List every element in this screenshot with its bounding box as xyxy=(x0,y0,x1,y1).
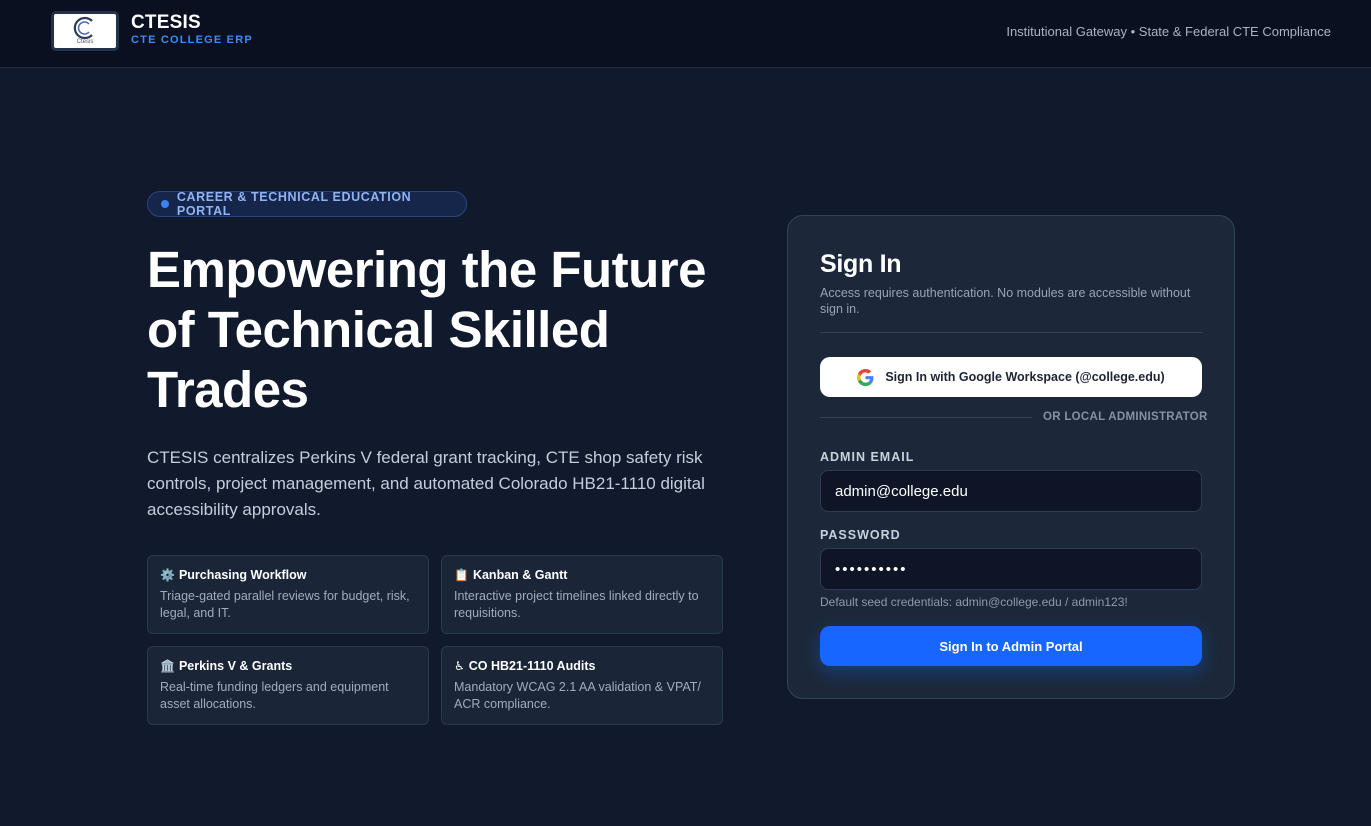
hero-title: Empowering the Future of Technical Skill… xyxy=(147,241,707,418)
portal-badge-label: CAREER & TECHNICAL EDUCATION PORTAL xyxy=(176,190,412,218)
ctesis-logo-icon xyxy=(73,16,93,40)
feature-card-kanban: 📋 Kanban & Gantt Interactive project tim… xyxy=(441,555,723,634)
or-divider-label: OR LOCAL ADMINISTRATOR xyxy=(1043,411,1208,423)
google-sign-in-button[interactable]: Sign In with Google Workspace (@college.… xyxy=(820,357,1202,397)
email-label: ADMIN EMAIL xyxy=(820,450,915,464)
top-header: Ctesis CTESIS CTE COLLEGE ERP Institutio… xyxy=(0,0,1371,68)
feature-title: CO HB21-1110 Audits xyxy=(468,659,596,673)
clipboard-icon: 📋 xyxy=(454,568,469,582)
feature-card-purchasing: ⚙️ Purchasing Workflow Triage-gated para… xyxy=(147,555,429,634)
feature-description: Interactive project timelines linked dir… xyxy=(454,589,699,620)
sign-in-subtitle: Access requires authentication. No modul… xyxy=(820,286,1191,316)
sign-in-admin-button[interactable]: Sign In to Admin Portal xyxy=(820,626,1202,666)
password-field[interactable] xyxy=(820,548,1202,590)
logo-caption: Ctesis xyxy=(76,39,94,45)
feature-description: Triage-gated parallel reviews for budget… xyxy=(160,589,410,620)
email-field[interactable] xyxy=(820,470,1202,512)
google-sign-in-label: Sign In with Google Workspace (@college.… xyxy=(885,370,1165,384)
portal-badge: CAREER & TECHNICAL EDUCATION PORTAL xyxy=(147,190,467,218)
feature-description: Real-time funding ledgers and equipment … xyxy=(160,680,389,711)
feature-description: Mandatory WCAG 2.1 AA validation & VPAT/… xyxy=(454,680,701,711)
bank-icon: 🏛️ xyxy=(160,659,175,673)
dot-icon xyxy=(161,200,169,208)
google-icon xyxy=(857,368,874,386)
feature-card-perkins: 🏛️ Perkins V & Grants Real-time funding … xyxy=(147,646,429,725)
brand-subtitle: CTE COLLEGE ERP xyxy=(131,34,253,46)
feature-title: Kanban & Gantt xyxy=(472,568,568,582)
password-label: PASSWORD xyxy=(820,528,901,542)
gear-icon: ⚙️ xyxy=(160,568,175,582)
sign-in-card: Sign In Access requires authentication. … xyxy=(787,215,1235,699)
feature-title: Purchasing Workflow xyxy=(178,568,307,582)
brand-name: CTESIS xyxy=(131,12,201,33)
logo[interactable]: Ctesis xyxy=(51,11,119,51)
credentials-hint: Default seed credentials: admin@college.… xyxy=(820,595,1128,609)
feature-title: Perkins V & Grants xyxy=(178,659,293,673)
header-tagline: Institutional Gateway • State & Federal … xyxy=(1006,24,1331,39)
divider xyxy=(820,332,1202,333)
accessibility-icon: ♿ xyxy=(454,659,465,673)
or-divider xyxy=(820,417,1032,418)
sign-in-title: Sign In xyxy=(820,250,902,278)
feature-card-audits: ♿ CO HB21-1110 Audits Mandatory WCAG 2.1… xyxy=(441,646,723,725)
hero-description: CTESIS centralizes Perkins V federal gra… xyxy=(147,448,705,519)
